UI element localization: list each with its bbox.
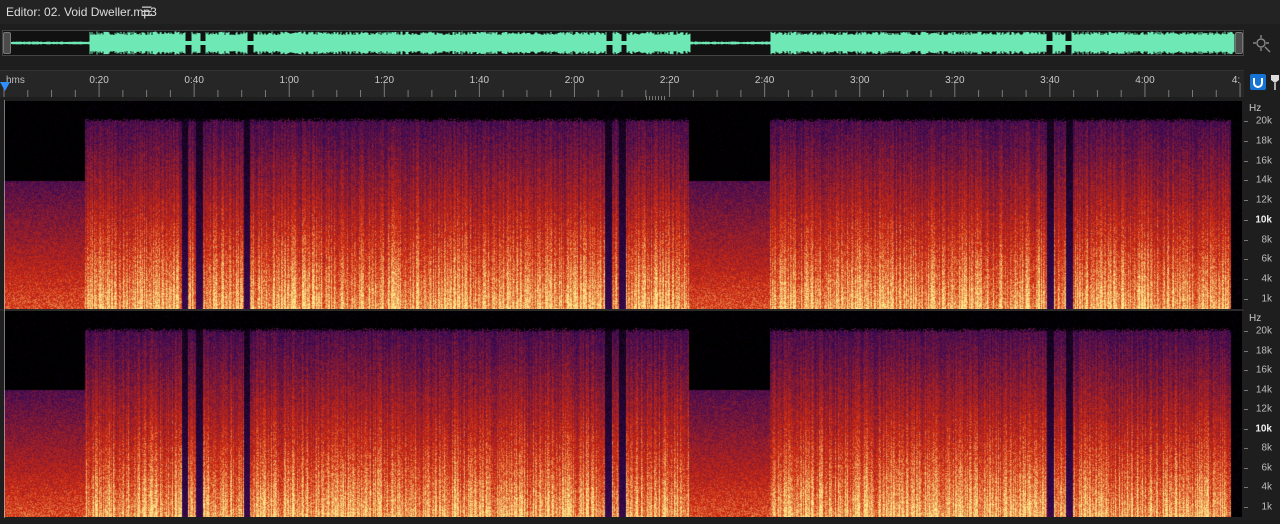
- marker-icon[interactable]: [1270, 74, 1280, 90]
- time-ruler[interactable]: hms 0:20 0:40 1:00 1:20 1:40 2:00 2:20 2:40 3:00…: [0, 70, 1244, 97]
- overview-waveform[interactable]: [2, 30, 1244, 56]
- overview-waveform-path: [8, 31, 1235, 55]
- overview-waveform-graph: [8, 31, 1235, 55]
- hz-label: 16k: [1255, 155, 1272, 166]
- hz-unit-label: Hz: [1249, 103, 1262, 114]
- panel-resize-grip[interactable]: [646, 96, 666, 100]
- ruler-tick-label: 3:40: [1040, 75, 1060, 86]
- hz-tick: [1244, 200, 1248, 201]
- hz-tick: [1244, 350, 1248, 352]
- ruler-tick-label: 1:00: [279, 75, 299, 86]
- editor-title: Editor: 02. Void Dweller.mp3: [6, 5, 157, 19]
- hz-label: 10k: [1255, 214, 1272, 226]
- hz-label: 8k: [1261, 442, 1272, 454]
- hz-tick: [1244, 409, 1248, 410]
- ruler-tick-label: 4:00: [1135, 75, 1155, 86]
- hz-tick: [1244, 279, 1248, 280]
- hz-tick: [1244, 448, 1248, 449]
- hz-label: 8k: [1261, 234, 1272, 245]
- hz-tick: [1244, 219, 1248, 221]
- ruler-tick-label: 3:00: [849, 75, 870, 86]
- hz-label: 1k: [1261, 501, 1272, 513]
- hz-label: 18k: [1255, 135, 1272, 147]
- overview-left-handle[interactable]: [3, 32, 11, 54]
- hz-label: 20k: [1255, 325, 1272, 337]
- spectrogram-right: [4, 311, 1242, 517]
- hz-label: 12k: [1255, 403, 1272, 415]
- playhead-line: [4, 100, 5, 518]
- ruler-tick-label: 2:00: [564, 75, 585, 86]
- hz-tick: [1244, 180, 1248, 182]
- hz-tick: [1244, 370, 1248, 371]
- hz-tick: [1244, 239, 1248, 241]
- hz-tick: [1244, 121, 1248, 122]
- ruler-tick-label: 0:40: [184, 75, 204, 86]
- ruler-tick-label: 4:: [1231, 75, 1241, 86]
- spectrogram-left: [4, 101, 1242, 309]
- hz-label: 20k: [1255, 115, 1272, 127]
- hz-label: 12k: [1255, 194, 1272, 206]
- hz-tick: [1244, 160, 1248, 162]
- hz-tick: [1244, 331, 1248, 332]
- hz-unit-label: Hz: [1249, 313, 1262, 324]
- hz-tick: [1244, 467, 1248, 469]
- hz-tick: [1244, 140, 1248, 142]
- ruler-tick-label: 0:20: [89, 75, 109, 86]
- hz-label: 6k: [1261, 253, 1272, 265]
- snap-icon[interactable]: [1250, 74, 1266, 90]
- hz-label: 6k: [1261, 462, 1272, 473]
- frequency-scale-right: Hz 20k 18k 16k 14k 12k 10k 8k 6k 4k 1k: [1244, 311, 1280, 517]
- overview-right-handle[interactable]: [1235, 32, 1243, 54]
- editor-title-bar: Editor: 02. Void Dweller.mp3 ☰: [0, 0, 1280, 24]
- hz-label: 4k: [1261, 273, 1272, 285]
- hz-tick: [1244, 389, 1248, 391]
- hz-label: 1k: [1261, 293, 1272, 305]
- hz-tick: [1244, 507, 1248, 508]
- playhead-marker[interactable]: [0, 82, 10, 91]
- ruler-tick-label: 2:40: [754, 75, 775, 86]
- hz-label: 10k: [1255, 423, 1272, 434]
- ruler-tick-label: 1:40: [469, 75, 490, 86]
- hz-label: 14k: [1255, 174, 1272, 186]
- hamburger-icon[interactable]: ☰: [141, 4, 153, 20]
- ruler-tick-label: 3:20: [945, 75, 965, 86]
- spectral-channel-left[interactable]: [4, 101, 1242, 309]
- spectral-channel-right[interactable]: [4, 311, 1242, 517]
- hz-tick: [1244, 428, 1248, 430]
- zoom-navigator-icon[interactable]: [1252, 34, 1272, 54]
- hz-label: 18k: [1255, 345, 1272, 356]
- ruler-tick-label: 2:20: [659, 75, 680, 86]
- hz-tick: [1244, 299, 1248, 300]
- hz-label: 16k: [1255, 364, 1272, 376]
- hz-tick: [1244, 259, 1248, 261]
- hz-label: 14k: [1255, 384, 1272, 395]
- hz-tick: [1244, 487, 1248, 488]
- ruler-tick-label: 1:20: [374, 75, 395, 86]
- frequency-scale-left: Hz 20k 18k 16k 14k 12k 10k 8k 6k 4k 1k: [1244, 101, 1280, 309]
- hz-label: 4k: [1261, 481, 1272, 493]
